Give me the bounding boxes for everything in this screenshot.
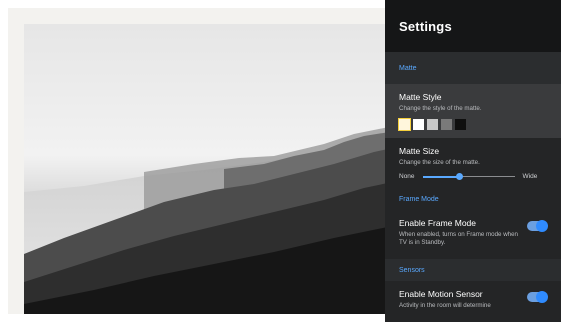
settings-panel: Settings Matte Matte Style Change the st…	[385, 0, 561, 322]
matte-swatch[interactable]	[427, 119, 438, 130]
matte-size-max-label: Wide	[522, 173, 538, 180]
enable-motion-sensor-item[interactable]: Enable Motion Sensor Activity in the roo…	[385, 281, 561, 318]
section-frame-mode: Frame Mode	[399, 195, 439, 203]
enable-frame-mode-title: Enable Frame Mode	[399, 218, 477, 228]
enable-frame-mode-item[interactable]: Enable Frame Mode When enabled, turns on…	[385, 210, 561, 255]
matte-swatches	[398, 118, 547, 131]
matte-style-title: Matte Style	[399, 92, 442, 102]
matte-size-min-label: None	[399, 173, 415, 180]
slider-fill	[422, 175, 460, 178]
matte-style-item[interactable]: Matte Style Change the style of the matt…	[385, 84, 561, 138]
matte-size-item[interactable]: Matte Size Change the size of the matte.…	[385, 138, 561, 188]
matte-style-description: Change the style of the matte.	[399, 105, 482, 112]
enable-frame-mode-description: When enabled, turns on Frame mode when T…	[399, 231, 519, 246]
mountain-landscape	[24, 24, 402, 314]
artwork-image	[24, 24, 402, 314]
section-sensors: Sensors	[385, 259, 561, 281]
matte-size-slider-row: None Wide	[399, 173, 547, 180]
settings-header: Settings	[385, 0, 561, 52]
settings-title: Settings	[399, 18, 452, 34]
matte-swatch[interactable]	[441, 119, 452, 130]
enable-motion-sensor-description: Activity in the room will determine	[399, 302, 491, 309]
matte-size-title: Matte Size	[399, 146, 440, 156]
matte-size-description: Change the size of the matte.	[399, 159, 480, 166]
slider-knob[interactable]	[455, 173, 463, 180]
matte-swatch[interactable]	[398, 118, 411, 131]
matte-swatch[interactable]	[413, 119, 424, 130]
section-matte: Matte	[385, 52, 561, 84]
frame-mode-toggle-knob	[536, 219, 548, 232]
matte-swatch[interactable]	[455, 119, 466, 130]
enable-motion-sensor-title: Enable Motion Sensor	[399, 289, 483, 299]
matte-size-slider[interactable]	[422, 173, 515, 180]
motion-sensor-toggle[interactable]	[527, 290, 548, 303]
frame-mode-toggle[interactable]	[527, 219, 548, 232]
motion-sensor-toggle-knob	[536, 290, 548, 303]
